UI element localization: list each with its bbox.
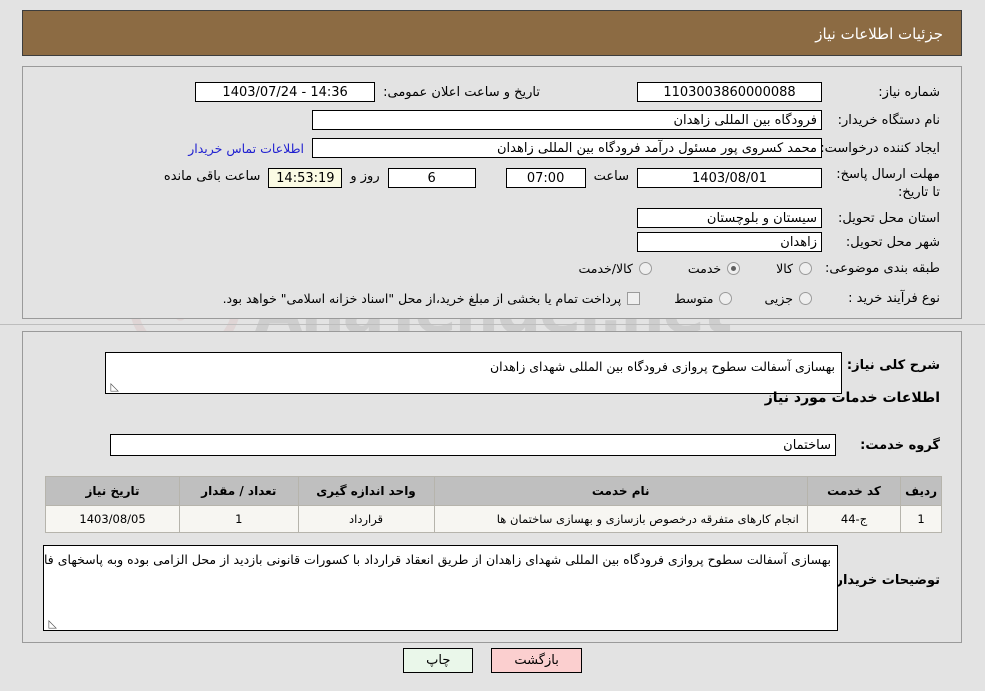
buyer-org-value: فرودگاه بین المللی زاهدان bbox=[312, 110, 822, 130]
service-group-label: گروه خدمت: bbox=[860, 437, 940, 453]
general-description-textarea[interactable]: بهسازی آسفالت سطوح پروازی فرودگاه بین ال… bbox=[105, 352, 842, 394]
hour-label: ساعت bbox=[593, 169, 629, 184]
page-title: جزئیات اطلاعات نیاز bbox=[815, 25, 943, 43]
services-section-title: اطلاعات خدمات مورد نیاز bbox=[764, 390, 940, 406]
process-option-motavaset-label: متوسط bbox=[674, 291, 714, 306]
services-section-title-wrap: اطلاعات خدمات مورد نیاز bbox=[765, 390, 940, 406]
buyer-notes-textarea[interactable]: بهسازی آسفالت سطوح پروازی فرودگاه بین ال… bbox=[43, 545, 838, 631]
payment-checkbox-row[interactable]: پرداخت تمام یا بخشی از مبلغ خرید،از محل … bbox=[223, 291, 641, 306]
table-header-row: ردیف کد خدمت نام خدمت واحد اندازه گیری ت… bbox=[44, 476, 942, 506]
cell-code: ج-44 bbox=[806, 505, 902, 533]
category-option-khedmat-label: خدمت bbox=[687, 261, 722, 276]
col-unit: واحد اندازه گیری bbox=[297, 476, 435, 506]
cell-name: انجام کارهای متفرقه درخصوص بازسازی و بهس… bbox=[433, 505, 808, 533]
category-option-kala-label: کالا bbox=[776, 261, 793, 276]
action-buttons: بازگشت چاپ bbox=[0, 648, 985, 673]
radio-icon[interactable] bbox=[727, 262, 741, 275]
countdown-label: ساعت باقی مانده bbox=[163, 169, 261, 184]
checkbox-icon[interactable] bbox=[627, 292, 641, 305]
creator-value: محمد کسروی پور مسئول درآمد فرودگاه بین ا… bbox=[312, 138, 822, 158]
city-label: شهر محل تحویل: bbox=[845, 234, 940, 250]
page-header: جزئیات اطلاعات نیاز bbox=[22, 10, 962, 56]
city-value: زاهدان bbox=[637, 232, 822, 252]
deadline-date-value: 1403/08/01 bbox=[637, 168, 822, 188]
process-row: نوع فرآیند خرید : جزیی متوسط پرداخت تمام… bbox=[223, 291, 940, 306]
announce-row: تاریخ و ساعت اعلان عمومی: 14:36 - 1403/0… bbox=[195, 82, 540, 102]
cell-date: 1403/08/05 bbox=[44, 505, 181, 533]
process-option-jozi-label: جزیی bbox=[764, 291, 793, 306]
general-description-value: بهسازی آسفالت سطوح پروازی فرودگاه بین ال… bbox=[489, 359, 835, 374]
table-row: 1 ج-44 انجام کارهای متفرقه درخصوص بازساز… bbox=[44, 505, 942, 533]
province-value: سیستان و بلوچستان bbox=[637, 208, 822, 228]
back-button[interactable]: بازگشت bbox=[491, 648, 582, 673]
days-label: روز و bbox=[350, 169, 380, 184]
col-qty: تعداد / مقدار bbox=[179, 476, 299, 506]
creator-row: ایجاد کننده درخواست: محمد کسروی پور مسئو… bbox=[188, 138, 940, 158]
print-button[interactable]: چاپ bbox=[403, 648, 474, 673]
process-option-motavaset[interactable]: متوسط bbox=[674, 291, 733, 306]
category-option-kala-khedmat-label: کالا/خدمت bbox=[578, 261, 633, 276]
buyer-notes-row: توضیحات خریدار: بهسازی آسفالت سطوح پرواز… bbox=[43, 545, 940, 631]
deadline-row: مهلت ارسال پاسخ: تا تاریخ: 1403/08/01 سا… bbox=[164, 166, 940, 201]
resize-grip-icon[interactable]: ◺ bbox=[109, 381, 119, 392]
need-number-row: شماره نیاز: 1103003860000088 bbox=[637, 82, 940, 102]
days-remaining-value: 6 bbox=[387, 168, 476, 188]
col-code: کد خدمت bbox=[806, 476, 902, 506]
resize-grip-icon[interactable]: ◺ bbox=[47, 618, 57, 629]
process-label: نوع فرآیند خرید : bbox=[848, 291, 940, 306]
category-label: طبقه بندی موضوعی: bbox=[824, 261, 940, 276]
cell-unit: قرارداد bbox=[297, 505, 435, 533]
services-table: ردیف کد خدمت نام خدمت واحد اندازه گیری ت… bbox=[44, 476, 942, 533]
buyer-notes-value: بهسازی آسفالت سطوح پروازی فرودگاه بین ال… bbox=[43, 552, 831, 567]
col-name: نام خدمت bbox=[433, 476, 808, 506]
panel-divider bbox=[0, 324, 985, 325]
need-number-label: شماره نیاز: bbox=[878, 84, 940, 100]
countdown-value: 14:53:19 bbox=[268, 168, 343, 188]
city-row: شهر محل تحویل: زاهدان bbox=[637, 232, 940, 252]
category-option-kala-khedmat[interactable]: کالا/خدمت bbox=[578, 261, 652, 276]
category-option-kala[interactable]: کالا bbox=[776, 261, 812, 276]
service-group-value: ساختمان bbox=[110, 434, 836, 456]
announce-label: تاریخ و ساعت اعلان عمومی: bbox=[383, 84, 540, 100]
radio-icon[interactable] bbox=[799, 262, 812, 275]
cell-radif: 1 bbox=[900, 505, 942, 533]
category-row: طبقه بندی موضوعی: کالا خدمت کالا/خدمت bbox=[578, 261, 940, 276]
need-number-value: 1103003860000088 bbox=[637, 82, 822, 102]
payment-checkbox-label: پرداخت تمام یا بخشی از مبلغ خرید،از محل … bbox=[222, 291, 622, 306]
radio-icon[interactable] bbox=[719, 292, 733, 305]
category-option-khedmat[interactable]: خدمت bbox=[687, 261, 741, 276]
announce-value: 14:36 - 1403/07/24 bbox=[195, 82, 376, 102]
col-date: تاریخ نیاز bbox=[44, 476, 181, 506]
general-description-row: شرح کلی نیاز: بهسازی آسفالت سطوح پروازی … bbox=[105, 352, 940, 394]
hour-value: 07:00 bbox=[505, 168, 586, 188]
province-row: استان محل تحویل: سیستان و بلوچستان bbox=[637, 208, 940, 228]
service-group-row: گروه خدمت: ساختمان bbox=[110, 434, 940, 456]
process-option-jozi[interactable]: جزیی bbox=[764, 291, 812, 306]
buyer-org-row: نام دستگاه خریدار: فرودگاه بین المللی زا… bbox=[312, 110, 940, 130]
creator-label: ایجاد کننده درخواست: bbox=[820, 140, 940, 156]
col-radif: ردیف bbox=[900, 476, 942, 506]
radio-icon[interactable] bbox=[638, 262, 652, 275]
buyer-notes-label: توضیحات خریدار: bbox=[830, 573, 940, 588]
province-label: استان محل تحویل: bbox=[838, 210, 940, 226]
cell-qty: 1 bbox=[179, 505, 299, 533]
radio-icon[interactable] bbox=[799, 292, 812, 305]
general-description-label: شرح کلی نیاز: bbox=[846, 358, 940, 373]
buyer-org-label: نام دستگاه خریدار: bbox=[837, 112, 940, 128]
deadline-label: مهلت ارسال پاسخ: تا تاریخ: bbox=[836, 167, 940, 200]
buyer-contact-link[interactable]: اطلاعات تماس خریدار bbox=[188, 141, 304, 156]
